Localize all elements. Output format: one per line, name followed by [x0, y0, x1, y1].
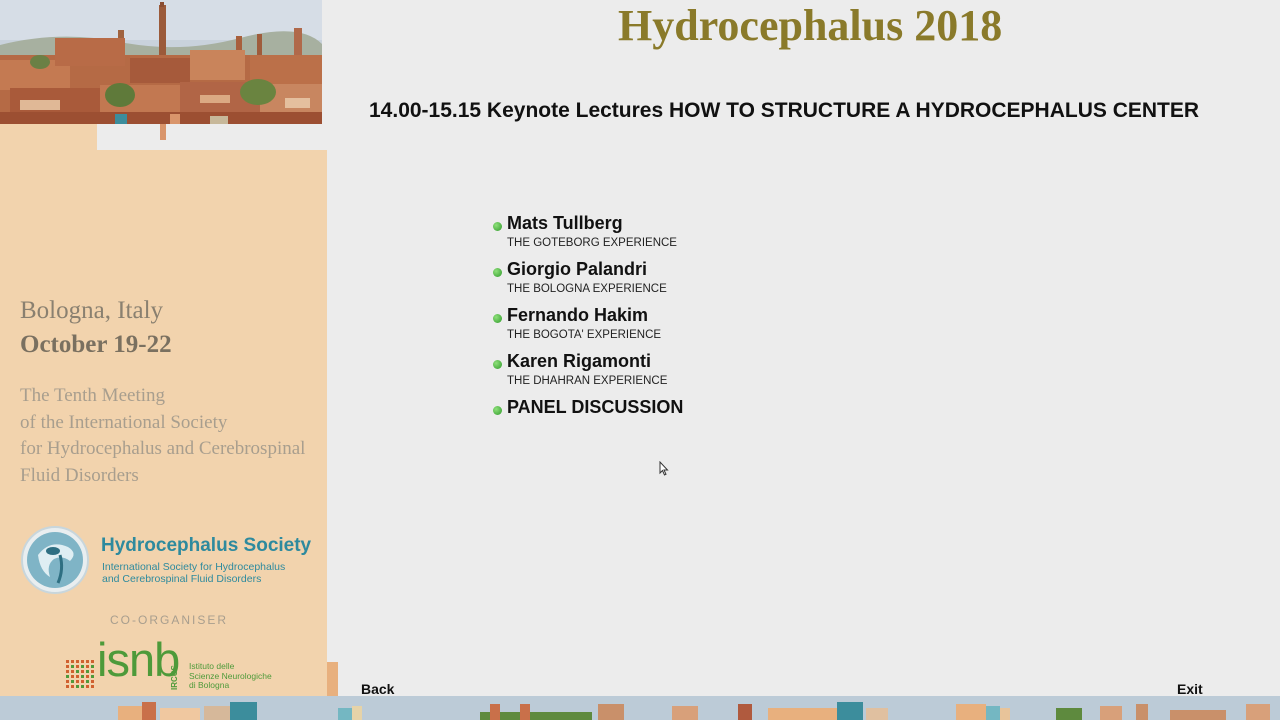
isnb-logo-text: isnb: [97, 633, 180, 686]
bullet-icon: [493, 406, 502, 415]
society-sub-line: International Society for Hydrocephalus: [102, 561, 286, 573]
speaker-item[interactable]: Mats Tullberg THE GOTEBORG EXPERIENCE: [493, 213, 893, 259]
decorative-stripe: [160, 124, 166, 140]
bullet-icon: [493, 268, 502, 277]
meeting-line: Fluid Disorders: [20, 464, 139, 486]
society-sub-line: and Cerebrospinal Fluid Disorders: [102, 573, 262, 585]
coorganiser-label: CO-ORGANISER: [110, 613, 229, 627]
bullet-icon: [493, 360, 502, 369]
speaker-topic: THE BOGOTA' EXPERIENCE: [507, 329, 662, 341]
speaker-name: Mats Tullberg: [507, 213, 623, 233]
speaker-topic: THE GOTEBORG EXPERIENCE: [507, 237, 677, 249]
speaker-topic: THE DHAHRAN EXPERIENCE: [507, 375, 668, 387]
session-heading: 14.00-15.15 Keynote Lectures HOW TO STRU…: [369, 99, 1200, 122]
mouse-cursor-icon: [659, 460, 669, 481]
bullet-icon: [493, 314, 502, 323]
isnb-grid-icon: [66, 660, 94, 688]
speaker-name: Fernando Hakim: [507, 305, 649, 325]
bullet-icon: [493, 222, 502, 231]
speaker-item[interactable]: Fernando Hakim THE BOGOTA' EXPERIENCE: [493, 305, 893, 351]
speaker-name: PANEL DISCUSSION: [507, 397, 684, 417]
speaker-item[interactable]: PANEL DISCUSSION: [493, 397, 893, 443]
back-button[interactable]: Back: [361, 681, 394, 697]
hydrocephalus-society-logo-icon: [20, 525, 90, 595]
isnb-desc-line: di Bologna: [189, 680, 230, 690]
speaker-item[interactable]: Karen Rigamonti THE DHAHRAN EXPERIENCE: [493, 351, 893, 397]
isnb-description: Istituto delle Scienze Neurologiche di B…: [189, 661, 272, 691]
society-name: Hydrocephalus Society: [101, 535, 312, 556]
event-dates: October 19-22: [20, 331, 172, 358]
irccs-label: IRCCS: [170, 665, 179, 690]
bottom-decorative-bar: [0, 696, 1280, 720]
exit-button[interactable]: Exit: [1177, 681, 1203, 697]
speaker-item[interactable]: Giorgio Palandri THE BOLOGNA EXPERIENCE: [493, 259, 893, 305]
event-city: Bologna, Italy: [20, 297, 164, 324]
society-subtitle: International Society for Hydrocephalus …: [102, 561, 285, 585]
bologna-skyline-image: [0, 0, 322, 124]
sidebar: Bologna, Italy October 19-22 The Tenth M…: [0, 0, 327, 720]
meeting-line: The Tenth Meeting: [20, 385, 166, 406]
speaker-name: Karen Rigamonti: [507, 351, 652, 371]
meeting-line: for Hydrocephalus and Cerebrospinal: [20, 438, 306, 459]
meeting-description: The Tenth Meeting of the International S…: [20, 383, 325, 489]
meeting-line: of the International Society: [20, 411, 228, 433]
speaker-topic: THE BOLOGNA EXPERIENCE: [507, 283, 667, 295]
speaker-name: Giorgio Palandri: [507, 259, 648, 279]
page-title: Hydrocephalus 2018: [618, 1, 1003, 50]
speaker-list: Mats Tullberg THE GOTEBORG EXPERIENCE Gi…: [493, 213, 893, 443]
